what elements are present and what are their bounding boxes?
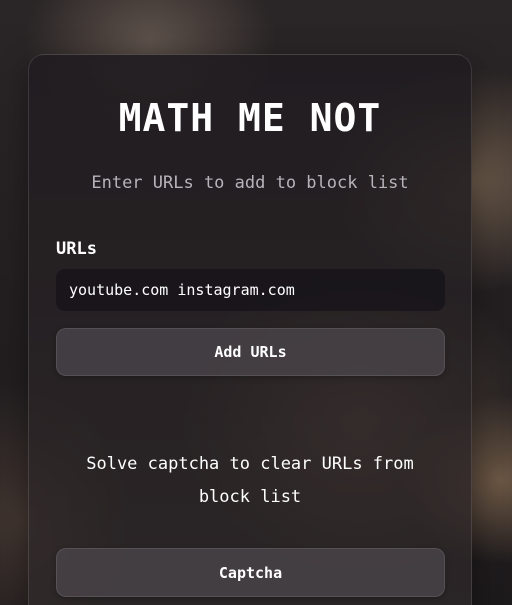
captcha-button[interactable]: Captcha: [56, 548, 445, 597]
urls-label: URLs: [56, 239, 97, 259]
add-urls-button[interactable]: Add URLs: [56, 328, 445, 376]
page-title: MATH ME NOT: [118, 96, 382, 140]
page-subtitle: Enter URLs to add to block list: [91, 173, 409, 193]
captcha-prompt: Solve captcha to clear URLs from block l…: [86, 454, 414, 507]
urls-input[interactable]: [56, 269, 445, 311]
